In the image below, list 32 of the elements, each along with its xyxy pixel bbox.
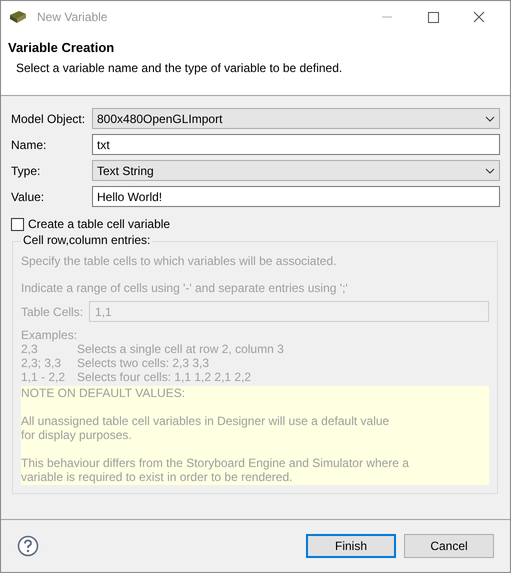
help-icon[interactable] xyxy=(17,535,39,557)
app-icon xyxy=(9,10,27,24)
field-label: Name: xyxy=(11,138,48,152)
input-field[interactable]: Hello World! xyxy=(92,186,500,207)
example-description: Selects four cells: 1,1 1,2 2,1 2,2 xyxy=(77,370,252,384)
note-text: NOTE ON DEFAULT VALUES: xyxy=(21,386,186,400)
group-title: Cell row,column entries: xyxy=(21,233,152,247)
input-field[interactable]: txt xyxy=(92,134,500,155)
dialog-button[interactable]: Finish xyxy=(306,534,396,558)
page-description: Select a variable name and the type of variable to be defined. xyxy=(15,61,344,75)
dropdown[interactable]: 800x480OpenGLImport xyxy=(92,108,500,129)
example-description: Selects two cells: 2,3 3,3 xyxy=(77,356,210,370)
note-text: All unassigned table cell variables in Designer will use a default value for display purposes. xyxy=(21,414,390,442)
note-text: This behaviour differs from the Storyboard Engine and Simulator where a variable is required to exist in order to be rendered. xyxy=(21,456,410,484)
dialog-button[interactable]: Cancel xyxy=(404,534,494,558)
field-label: Table Cells: xyxy=(21,304,84,318)
table-cell-checkbox[interactable]: Create a table cell variable xyxy=(11,217,500,231)
window-title: New Variable xyxy=(37,10,108,24)
dropdown[interactable]: Text String xyxy=(92,160,500,181)
chevron-down-icon xyxy=(485,116,495,122)
field-label: Model Object: xyxy=(11,112,86,126)
field-label: Type: xyxy=(11,164,42,178)
example-pattern: 2,3 xyxy=(21,342,39,356)
page-title: Variable Creation xyxy=(8,41,116,55)
example-description: Selects a single cell at row 2, column 3 xyxy=(77,342,284,356)
examples-heading: Examples: xyxy=(21,328,78,342)
instruction-text: Specify the table cells to which variables will be associated. xyxy=(21,254,338,268)
example-pattern: 1,1 - 2,2 xyxy=(21,370,66,384)
instruction-text: Indicate a range of cells using '-' and separate entries using ';' xyxy=(21,281,349,295)
example-pattern: 2,3; 3,3 xyxy=(21,356,62,370)
chevron-down-icon xyxy=(485,168,495,174)
field-label: Value: xyxy=(11,190,46,204)
